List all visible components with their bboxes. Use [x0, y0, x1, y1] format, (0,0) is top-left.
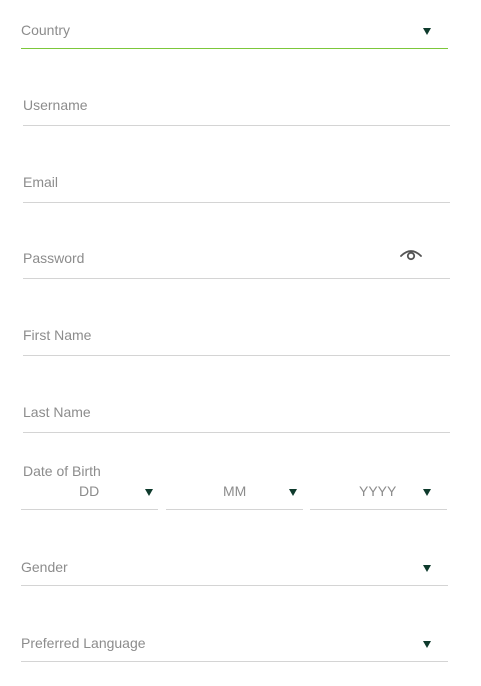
dob-year-placeholder: YYYY — [359, 483, 397, 499]
email-field[interactable]: Email — [23, 163, 450, 203]
chevron-down-icon[interactable] — [423, 641, 431, 648]
username-placeholder: Username — [23, 97, 88, 113]
dob-day-placeholder: DD — [79, 483, 100, 499]
preferred-language-select[interactable]: Preferred Language — [21, 622, 448, 662]
dob-year-select[interactable]: YYYY — [310, 477, 447, 510]
first-name-placeholder: First Name — [23, 327, 92, 343]
last-name-field[interactable]: Last Name — [23, 393, 450, 433]
email-placeholder: Email — [23, 174, 59, 190]
country-placeholder: Country — [21, 22, 71, 38]
chevron-down-icon[interactable] — [423, 565, 431, 572]
eye-icon[interactable] — [399, 245, 423, 261]
dob-month-placeholder: MM — [223, 483, 247, 499]
gender-placeholder: Gender — [21, 559, 68, 575]
dob-month-select[interactable]: MM — [166, 477, 303, 510]
chevron-down-icon[interactable] — [145, 489, 153, 496]
chevron-down-icon[interactable] — [423, 28, 431, 35]
password-placeholder: Password — [23, 250, 85, 266]
password-field[interactable]: Password — [23, 239, 450, 279]
last-name-placeholder: Last Name — [23, 404, 91, 420]
chevron-down-icon[interactable] — [289, 489, 297, 496]
gender-select[interactable]: Gender — [21, 546, 448, 586]
chevron-down-icon[interactable] — [423, 489, 431, 496]
dob-day-select[interactable]: DD — [21, 477, 158, 510]
first-name-field[interactable]: First Name — [23, 316, 450, 356]
preferred-language-placeholder: Preferred Language — [21, 635, 146, 651]
country-select[interactable]: Country — [21, 10, 448, 49]
username-field[interactable]: Username — [23, 86, 450, 126]
